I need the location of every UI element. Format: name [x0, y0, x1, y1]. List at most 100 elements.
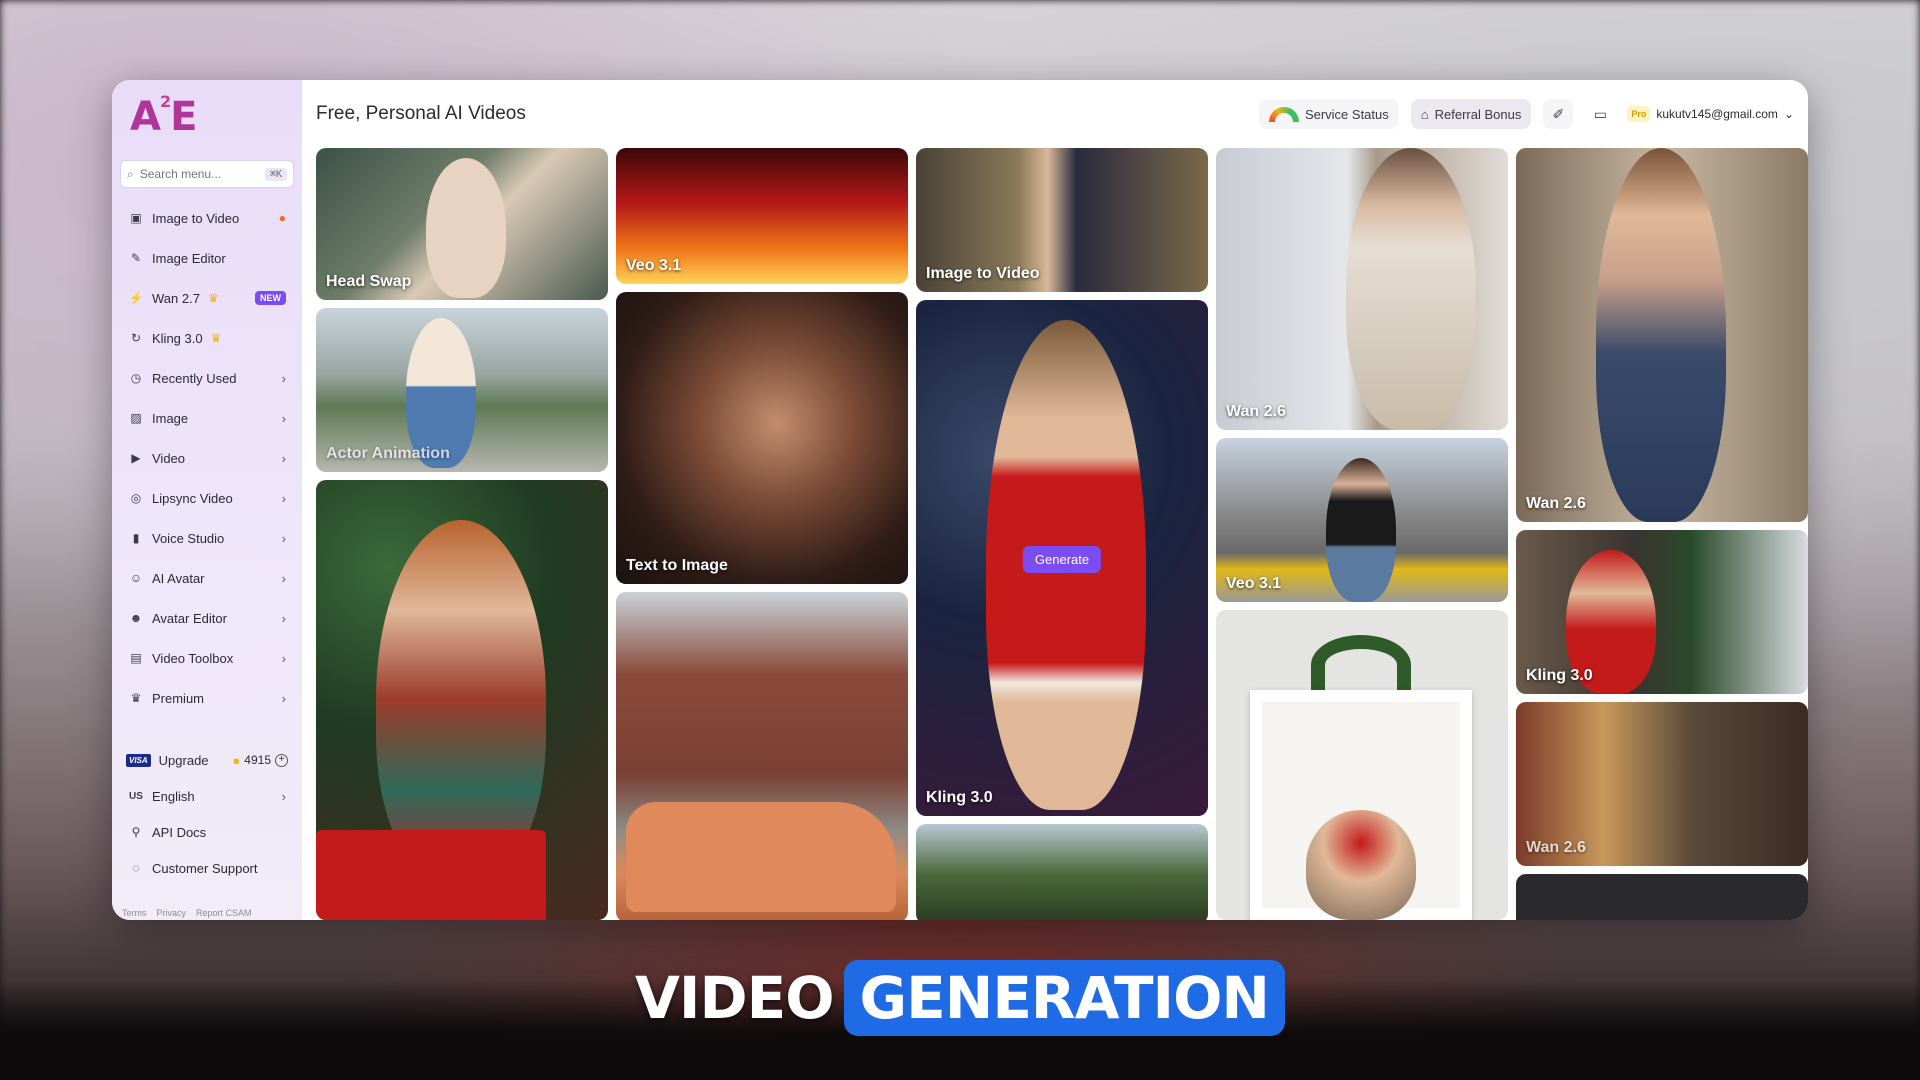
search-input[interactable] [139, 167, 259, 181]
gallery-card-text-to-image[interactable]: Text to Image [616, 292, 908, 584]
upgrade-row[interactable]: VISA Upgrade ● 4915 + [120, 742, 294, 778]
card-figure [1346, 148, 1476, 430]
gallery-card-actor-animation[interactable]: Actor Animation [316, 308, 608, 472]
fire-icon: ● [278, 211, 286, 225]
gallery-card-wan-office[interactable]: Wan 2.6 [1216, 148, 1508, 430]
coin-icon: ● [232, 752, 241, 768]
new-badge: NEW [255, 291, 286, 305]
top-bar: Free, Personal AI Videos Service Status … [302, 80, 1808, 148]
chevron-right-icon: › [281, 450, 286, 466]
sidebar-menu: ▣ Image to Video ● ✎ Image Editor ⚡ Wan … [120, 198, 294, 718]
lipsync-icon: ◎ [130, 491, 142, 505]
gallery-card-image-to-video[interactable]: Image to Video [916, 148, 1208, 292]
gift-icon: ⌂ [1420, 106, 1429, 122]
sidebar: A2E ⌕ ⌘K ▣ Image to Video ● ✎ Image Edit… [112, 80, 302, 920]
account-email: kukutv145@gmail.com [1656, 107, 1778, 121]
edit-icon: ✎ [130, 251, 142, 265]
monitor-icon: ▭ [1593, 105, 1607, 122]
privacy-link[interactable]: Privacy [157, 908, 187, 918]
sidebar-item-premium[interactable]: ♛ Premium › [120, 678, 294, 718]
gallery-column: Veo 3.1 Text to Image [616, 148, 908, 920]
service-status-button[interactable]: Service Status [1258, 99, 1399, 129]
chevron-right-icon: › [281, 570, 286, 586]
gallery-card-diner[interactable] [616, 592, 908, 920]
search-icon: ⌕ [127, 166, 134, 181]
gallery-card-dark[interactable] [1516, 874, 1808, 920]
status-gauge-icon [1268, 106, 1299, 122]
clock-icon: ◷ [130, 371, 142, 385]
display-button[interactable]: ▭ [1585, 99, 1615, 129]
card-figure [426, 158, 506, 298]
chevron-right-icon: › [281, 370, 286, 386]
sidebar-item-image-to-video[interactable]: ▣ Image to Video ● [120, 198, 294, 238]
gallery-column: Head Swap Actor Animation [316, 148, 608, 920]
search-shortcut: ⌘K [264, 167, 287, 181]
gallery-card-wreath-couple[interactable] [1216, 610, 1508, 920]
chevron-right-icon: › [281, 690, 286, 706]
theme-toggle-button[interactable]: ✐ [1543, 99, 1574, 129]
gallery-card-christmas-girl[interactable] [316, 480, 608, 920]
gallery-column: Wan 2.6 Veo 3.1 [1216, 148, 1508, 920]
gallery-card-trees[interactable] [916, 824, 1208, 920]
sidebar-item-kling[interactable]: ↻ Kling 3.0 ♛ [120, 318, 294, 358]
brush-icon: ✐ [1552, 105, 1565, 122]
gallery-card-veo[interactable]: Veo 3.1 [616, 148, 908, 284]
car-shape [626, 802, 896, 912]
gallery-card-kling-tree[interactable]: Kling 3.0 [1516, 530, 1808, 694]
sidebar-item-recently-used[interactable]: ◷ Recently Used › [120, 358, 294, 398]
terms-link[interactable]: Terms [122, 908, 147, 918]
sidebar-item-ai-avatar[interactable]: ☺ AI Avatar › [120, 558, 294, 598]
card-figure [1326, 458, 1396, 602]
gallery-grid: Head Swap Actor Animation Veo 3.1 Text t… [302, 148, 1808, 920]
sidebar-item-video-toolbox[interactable]: ▤ Video Toolbox › [120, 638, 294, 678]
chevron-right-icon: › [281, 410, 286, 426]
gallery-card-ornaments[interactable]: Wan 2.6 [1516, 702, 1808, 866]
caption-word-generation: GENERATION [843, 960, 1285, 1036]
visa-icon: VISA [126, 753, 151, 767]
top-actions: Service Status ⌂ Referral Bonus ✐ ▭ Pro … [1258, 99, 1794, 129]
chevron-right-icon: › [281, 530, 286, 546]
gallery-column: Wan 2.6 Kling 3.0 Wan 2.6 [1516, 148, 1808, 920]
sidebar-item-video[interactable]: ▶ Video › [120, 438, 294, 478]
gallery-card-kling-santa[interactable]: Generate Kling 3.0 [916, 300, 1208, 816]
image-icon: ▨ [130, 411, 142, 425]
generate-button[interactable]: Generate [1022, 546, 1102, 573]
referral-bonus-button[interactable]: ⌂ Referral Bonus [1410, 99, 1532, 129]
kling-icon: ↻ [130, 331, 142, 345]
image-video-icon: ▣ [130, 211, 142, 225]
customer-support-link[interactable]: ◌ Customer Support [120, 850, 294, 886]
link-icon: ⚲ [131, 825, 141, 839]
sidebar-item-avatar-editor[interactable]: ☻ Avatar Editor › [120, 598, 294, 638]
support-icon: ◌ [132, 861, 140, 875]
upgrade-label: Upgrade [158, 752, 209, 768]
gallery-card-wan-mirror[interactable]: Wan 2.6 [1516, 148, 1808, 522]
main-content: Free, Personal AI Videos Service Status … [302, 80, 1808, 920]
video-icon: ▶ [131, 451, 141, 465]
gallery-card-veo-nyc[interactable]: Veo 3.1 [1216, 438, 1508, 602]
sidebar-item-lipsync-video[interactable]: ◎ Lipsync Video › [120, 478, 294, 518]
sidebar-item-voice-studio[interactable]: ▮ Voice Studio › [120, 518, 294, 558]
sidebar-item-wan[interactable]: ⚡ Wan 2.7 ♛ NEW [120, 278, 294, 318]
chevron-down-icon: ⌄ [1783, 107, 1794, 121]
gallery-card-head-swap[interactable]: Head Swap [316, 148, 608, 300]
caption-word-video: VIDEO [635, 964, 835, 1032]
search-box[interactable]: ⌕ ⌘K [120, 160, 294, 188]
flag-icon: US [129, 790, 143, 802]
credits-counter[interactable]: ● 4915 + [232, 753, 288, 768]
page-title: Free, Personal AI Videos [316, 103, 526, 124]
report-csam-link[interactable]: Report CSAM [196, 908, 252, 918]
api-docs-link[interactable]: ⚲ API Docs [120, 814, 294, 850]
language-selector[interactable]: US English › [120, 778, 294, 814]
crown-icon: ♛ [210, 331, 222, 345]
sidebar-item-image[interactable]: ▨ Image › [120, 398, 294, 438]
sidebar-item-image-editor[interactable]: ✎ Image Editor [120, 238, 294, 278]
user-icon: ☺ [129, 571, 143, 585]
app-logo[interactable]: A2E [120, 92, 294, 146]
footer-links: Terms Privacy Report CSAM [122, 908, 252, 918]
app-window: A2E ⌕ ⌘K ▣ Image to Video ● ✎ Image Edit… [112, 80, 1808, 920]
user-edit-icon: ☻ [129, 611, 143, 625]
waveform-icon: ▮ [132, 531, 140, 545]
account-menu[interactable]: Pro kukutv145@gmail.com ⌄ [1627, 106, 1794, 122]
add-credits-icon[interactable]: + [275, 753, 288, 767]
video-caption-overlay: VIDEO GENERATION [0, 960, 1920, 1036]
